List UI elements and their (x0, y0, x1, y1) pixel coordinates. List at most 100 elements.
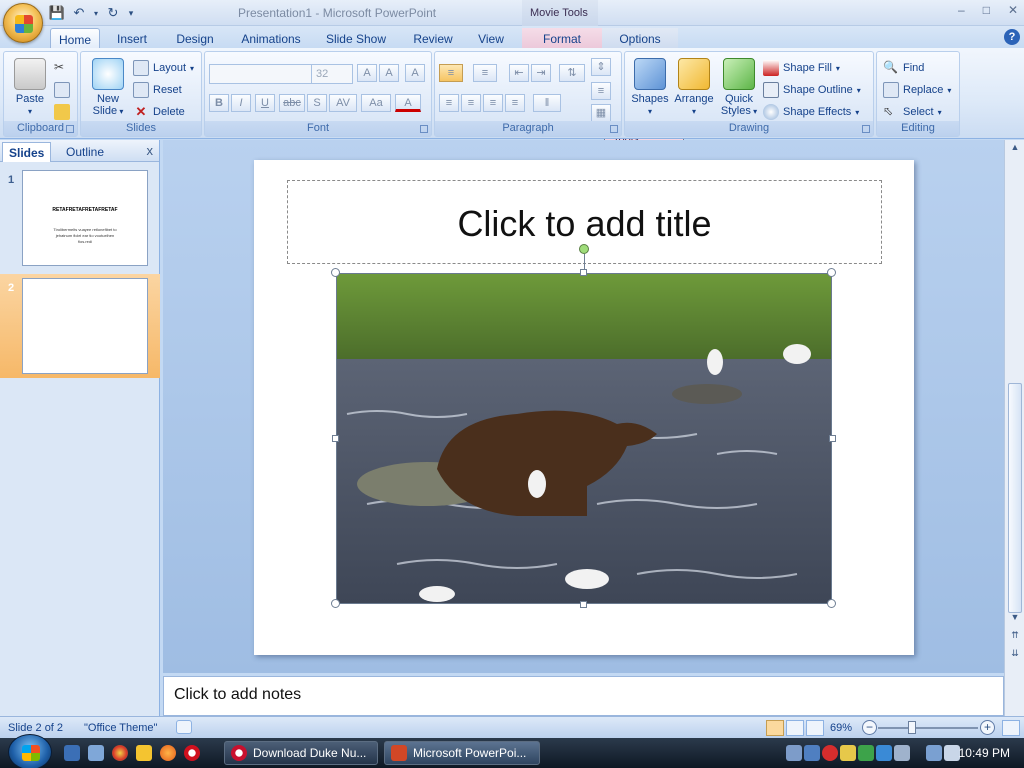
office-button[interactable] (3, 3, 43, 43)
resize-handle-w[interactable] (332, 435, 339, 442)
chrome-icon[interactable] (112, 745, 128, 761)
delete-button[interactable]: ✕ Delete (133, 102, 185, 122)
tab-animations[interactable]: Animations (234, 28, 308, 48)
close-icon[interactable]: ✕ (1008, 3, 1018, 17)
clear-format-icon[interactable]: A (405, 64, 425, 82)
minimize-icon[interactable]: – (958, 3, 965, 17)
undo-dropdown-icon[interactable]: ▾ (92, 4, 100, 22)
network-status-icon[interactable] (926, 745, 942, 761)
shape-effects-button[interactable]: Shape Effects ▾ (763, 102, 859, 122)
bluetooth-icon[interactable] (894, 745, 910, 761)
messenger-icon[interactable] (876, 745, 892, 761)
scroll-thumb[interactable] (1008, 383, 1022, 613)
replace-button[interactable]: Replace ▾ (883, 80, 951, 100)
slide-show-view-icon[interactable] (806, 720, 824, 736)
clock[interactable]: 10:49 PM (959, 746, 1010, 760)
select-button[interactable]: ⬁ Select ▾ (883, 102, 942, 122)
save-icon[interactable]: 💾 (48, 4, 66, 22)
security-alert-icon[interactable] (822, 745, 838, 761)
switch-windows-icon[interactable] (88, 745, 104, 761)
rotate-handle-icon[interactable] (579, 244, 589, 254)
shape-outline-button[interactable]: Shape Outline ▾ (763, 80, 861, 100)
char-spacing-icon[interactable]: AV (329, 94, 357, 112)
customize-qat-icon[interactable]: ▾ (126, 4, 136, 22)
new-slide-button[interactable]: New Slide ▾ (85, 58, 131, 117)
format-painter-button[interactable] (54, 102, 70, 122)
tab-insert[interactable]: Insert (110, 28, 154, 48)
font-color-icon[interactable]: A (395, 94, 421, 112)
pane-close-icon[interactable]: x (147, 143, 154, 158)
slide-thumbnail-2[interactable]: 2 (0, 274, 160, 378)
zoom-in-icon[interactable]: + (980, 720, 995, 735)
scroll-up-icon[interactable]: ▲ (1007, 142, 1023, 156)
folder-icon[interactable] (136, 745, 152, 761)
font-name-combo[interactable] (209, 64, 313, 84)
resize-handle-se[interactable] (827, 599, 836, 608)
cut-button[interactable]: ✂ (54, 58, 70, 78)
movie-picture[interactable] (336, 273, 832, 604)
vertical-scrollbar[interactable]: ▲ ▼ ⇈ ⇊ (1004, 140, 1024, 716)
change-case-icon[interactable]: Aa (361, 94, 391, 112)
paragraph-launcher-icon[interactable] (610, 125, 618, 133)
tab-slide-show[interactable]: Slide Show (320, 28, 392, 48)
tab-view[interactable]: View (470, 28, 512, 48)
tab-design[interactable]: Design (170, 28, 220, 48)
text-direction-icon[interactable]: ⇕ (591, 58, 611, 76)
start-button[interactable] (8, 734, 52, 768)
align-right-icon[interactable]: ≡ (483, 94, 503, 112)
previous-slide-icon[interactable]: ⇈ (1007, 630, 1023, 644)
tab-home[interactable]: Home (50, 28, 100, 48)
next-slide-icon[interactable]: ⇊ (1007, 648, 1023, 662)
drawing-launcher-icon[interactable] (862, 125, 870, 133)
underline-icon[interactable]: U (255, 94, 275, 112)
tab-options[interactable]: Options (602, 28, 678, 48)
smartart-icon[interactable]: ▦ (591, 104, 611, 122)
network-icon[interactable] (786, 745, 802, 761)
clipboard-launcher-icon[interactable] (66, 125, 74, 133)
shrink-font-icon[interactable]: A (379, 64, 399, 82)
reset-button[interactable]: Reset (133, 80, 182, 100)
zoom-slider[interactable] (878, 727, 978, 729)
font-size-combo[interactable]: 32 (311, 64, 353, 84)
normal-view-icon[interactable] (766, 720, 784, 736)
align-text-icon[interactable]: ≡ (591, 82, 611, 100)
shape-fill-button[interactable]: Shape Fill ▾ (763, 58, 840, 78)
spell-check-icon[interactable] (176, 720, 192, 734)
scroll-down-icon[interactable]: ▼ (1007, 612, 1023, 626)
notification-icon[interactable] (840, 745, 856, 761)
redo-icon[interactable]: ↻ (104, 4, 122, 22)
volume-muted-icon[interactable] (944, 745, 960, 761)
decrease-indent-icon[interactable]: ⇤ (509, 64, 529, 82)
taskbar-item-browser[interactable]: Download Duke Nu... (224, 741, 378, 765)
columns-icon[interactable]: ‖ (533, 94, 561, 112)
checkmark-icon[interactable] (858, 745, 874, 761)
line-spacing-icon[interactable]: ⇅ (559, 64, 585, 82)
copy-button[interactable] (54, 80, 70, 100)
tab-outline[interactable]: Outline (60, 142, 110, 162)
zoom-out-icon[interactable]: − (862, 720, 877, 735)
grow-font-icon[interactable]: A (357, 64, 377, 82)
tab-slides[interactable]: Slides (2, 142, 52, 162)
strikethrough-icon[interactable]: abc (279, 94, 305, 112)
slide-thumbnail-1[interactable]: 1 RETAFRETAFRETAFRETAF Tirolibermelts vu… (0, 170, 160, 274)
bold-icon[interactable]: B (209, 94, 229, 112)
align-left-icon[interactable]: ≡ (439, 94, 459, 112)
find-button[interactable]: 🔍 Find (883, 58, 924, 78)
taskbar-item-powerpoint[interactable]: Microsoft PowerPoi... (384, 741, 540, 765)
opera-icon[interactable] (184, 745, 200, 761)
align-center-icon[interactable]: ≡ (461, 94, 481, 112)
tab-review[interactable]: Review (407, 28, 459, 48)
resize-handle-s[interactable] (580, 601, 587, 608)
justify-icon[interactable]: ≡ (505, 94, 525, 112)
slide-canvas[interactable]: Click to add title (254, 160, 914, 655)
quick-styles-button[interactable]: Quick Styles ▾ (719, 58, 759, 117)
zoom-level[interactable]: 69% (830, 722, 852, 734)
shadow-icon[interactable]: S (307, 94, 327, 112)
firefox-icon[interactable] (160, 745, 176, 761)
monitor-icon[interactable] (804, 745, 820, 761)
fit-to-window-icon[interactable] (1002, 720, 1020, 736)
resize-handle-sw[interactable] (331, 599, 340, 608)
numbering-icon[interactable]: ≡ (473, 64, 497, 82)
arrange-button[interactable]: Arrange ▾ (671, 58, 717, 117)
resize-handle-n[interactable] (580, 269, 587, 276)
